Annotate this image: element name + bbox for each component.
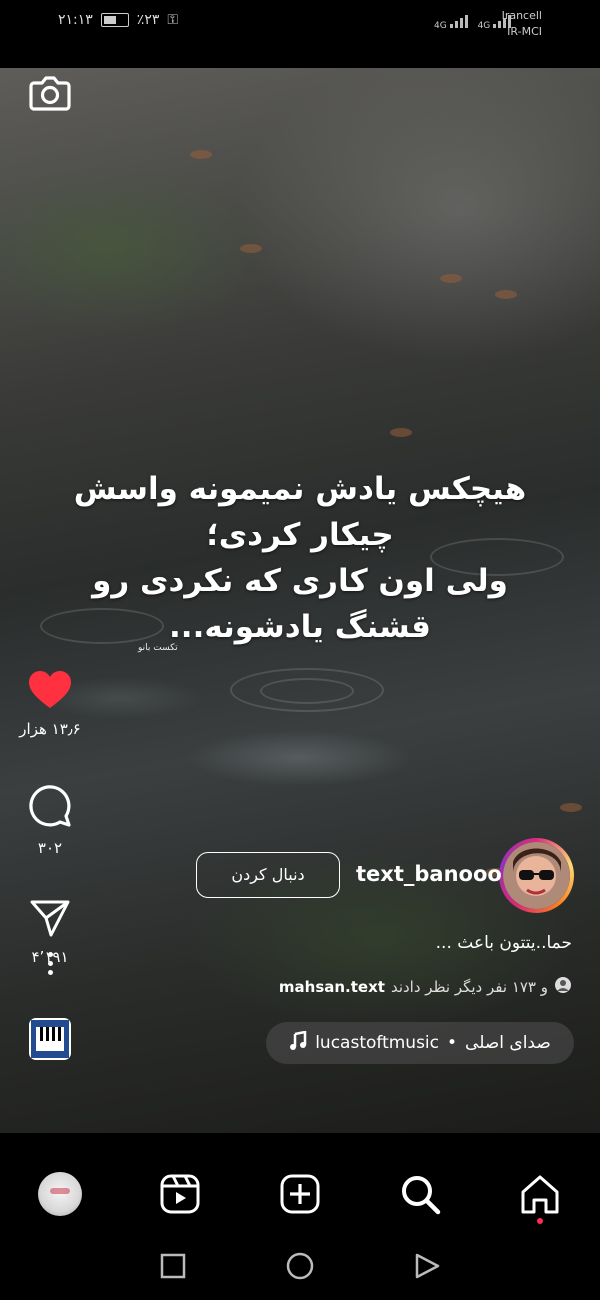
battery-percent: ٪۲۳ — [136, 12, 160, 28]
recent-apps-icon[interactable] — [159, 1252, 187, 1280]
post-caption[interactable]: حما..یتتون باعث ... — [436, 933, 572, 953]
network-type-2: 4G — [477, 21, 491, 31]
carrier-1: Irancell — [501, 9, 542, 22]
profile-avatar[interactable] — [499, 838, 574, 913]
commenters-line[interactable]: و ۱۷۳ نفر دیگر نظر دادند mahsan.text — [279, 976, 572, 998]
home-notification-dot — [537, 1218, 543, 1224]
carrier-2: IR-MCI — [507, 25, 542, 38]
comment-count: ۳۰۲ — [37, 839, 63, 857]
bottom-navigation — [0, 1158, 600, 1230]
commenter-avatar-icon — [554, 976, 572, 998]
nav-profile[interactable] — [38, 1172, 82, 1216]
nav-create[interactable] — [278, 1172, 322, 1216]
background-leaf — [240, 244, 262, 253]
profile-avatar-icon[interactable] — [38, 1172, 82, 1216]
avatar-image — [503, 842, 570, 909]
status-bar: ۲۱:۱۳ ٪۲۳ ⚿ 4G 4G Irancell IR-MCI — [0, 0, 600, 68]
home-circle-icon[interactable] — [286, 1252, 314, 1280]
background-leaf — [190, 150, 212, 159]
background-leaf — [495, 290, 517, 299]
home-icon[interactable] — [518, 1172, 562, 1216]
water-ripple — [260, 678, 354, 704]
signal-indicators: 4G 4G — [434, 12, 512, 31]
quote-line-2: چیکار کردی؛ — [206, 517, 394, 553]
signal-1: 4G — [434, 12, 468, 31]
status-time: ۲۱:۱۳ — [58, 12, 93, 28]
music-note-icon — [289, 1029, 307, 1056]
search-icon[interactable] — [398, 1172, 442, 1216]
audio-info[interactable]: صدای اصلی • lucastoftmusic — [266, 1022, 574, 1064]
carrier-names: Irancell IR-MCI — [502, 8, 542, 40]
comment-action[interactable]: ۳۰۲ — [0, 783, 100, 857]
reel-video[interactable]: هیچکس یادش نمیمونه واسش چیکار کردی؛ ولی … — [0, 68, 600, 1133]
camera-icon[interactable] — [28, 73, 72, 113]
background-leaf — [560, 803, 582, 812]
comment-icon[interactable] — [27, 783, 73, 829]
follow-button[interactable]: دنبال کردن — [196, 852, 340, 898]
more-vertical-icon[interactable] — [40, 948, 60, 984]
system-navigation-bar — [0, 1230, 600, 1300]
reel-text-overlay: هیچکس یادش نمیمونه واسش چیکار کردی؛ ولی … — [40, 466, 560, 650]
quote-line-4: قشنگ یادشونه... — [169, 609, 431, 645]
background-leaf — [390, 428, 412, 437]
status-left: ۲۱:۱۳ ٪۲۳ ⚿ — [58, 12, 178, 28]
piano-icon[interactable] — [29, 1018, 71, 1060]
audio-artist: lucastoftmusic — [315, 1033, 440, 1053]
nav-home[interactable] — [518, 1172, 562, 1216]
like-count: ۱۳٫۶ هزار — [19, 720, 81, 738]
back-triangle-icon[interactable] — [413, 1252, 441, 1280]
commenter-username[interactable]: mahsan.text — [279, 978, 385, 996]
username[interactable]: text_banooo — [356, 862, 502, 886]
send-icon[interactable] — [29, 898, 71, 938]
plus-square-icon[interactable] — [278, 1172, 322, 1216]
like-action[interactable]: ۱۳٫۶ هزار — [0, 670, 100, 738]
vpn-key-icon: ⚿ — [167, 12, 179, 28]
nav-reels[interactable] — [158, 1172, 202, 1216]
reels-icon[interactable] — [158, 1172, 202, 1216]
audio-separator: • — [447, 1033, 458, 1053]
background-leaf — [440, 274, 462, 283]
network-type-1: 4G — [434, 21, 447, 31]
audio-original-label: صدای اصلی — [465, 1033, 551, 1053]
quote-line-3: ولی اون کاری که نکردی رو — [92, 563, 508, 599]
battery-icon — [100, 13, 129, 27]
watermark-signature: تکست بانو — [138, 643, 178, 653]
nav-search[interactable] — [398, 1172, 442, 1216]
signal-bars-icon — [449, 12, 468, 28]
commenters-rest: و ۱۷۳ نفر دیگر نظر دادند — [390, 978, 548, 996]
quote-line-1: هیچکس یادش نمیمونه واسش — [73, 471, 527, 507]
heart-icon[interactable] — [27, 670, 73, 710]
